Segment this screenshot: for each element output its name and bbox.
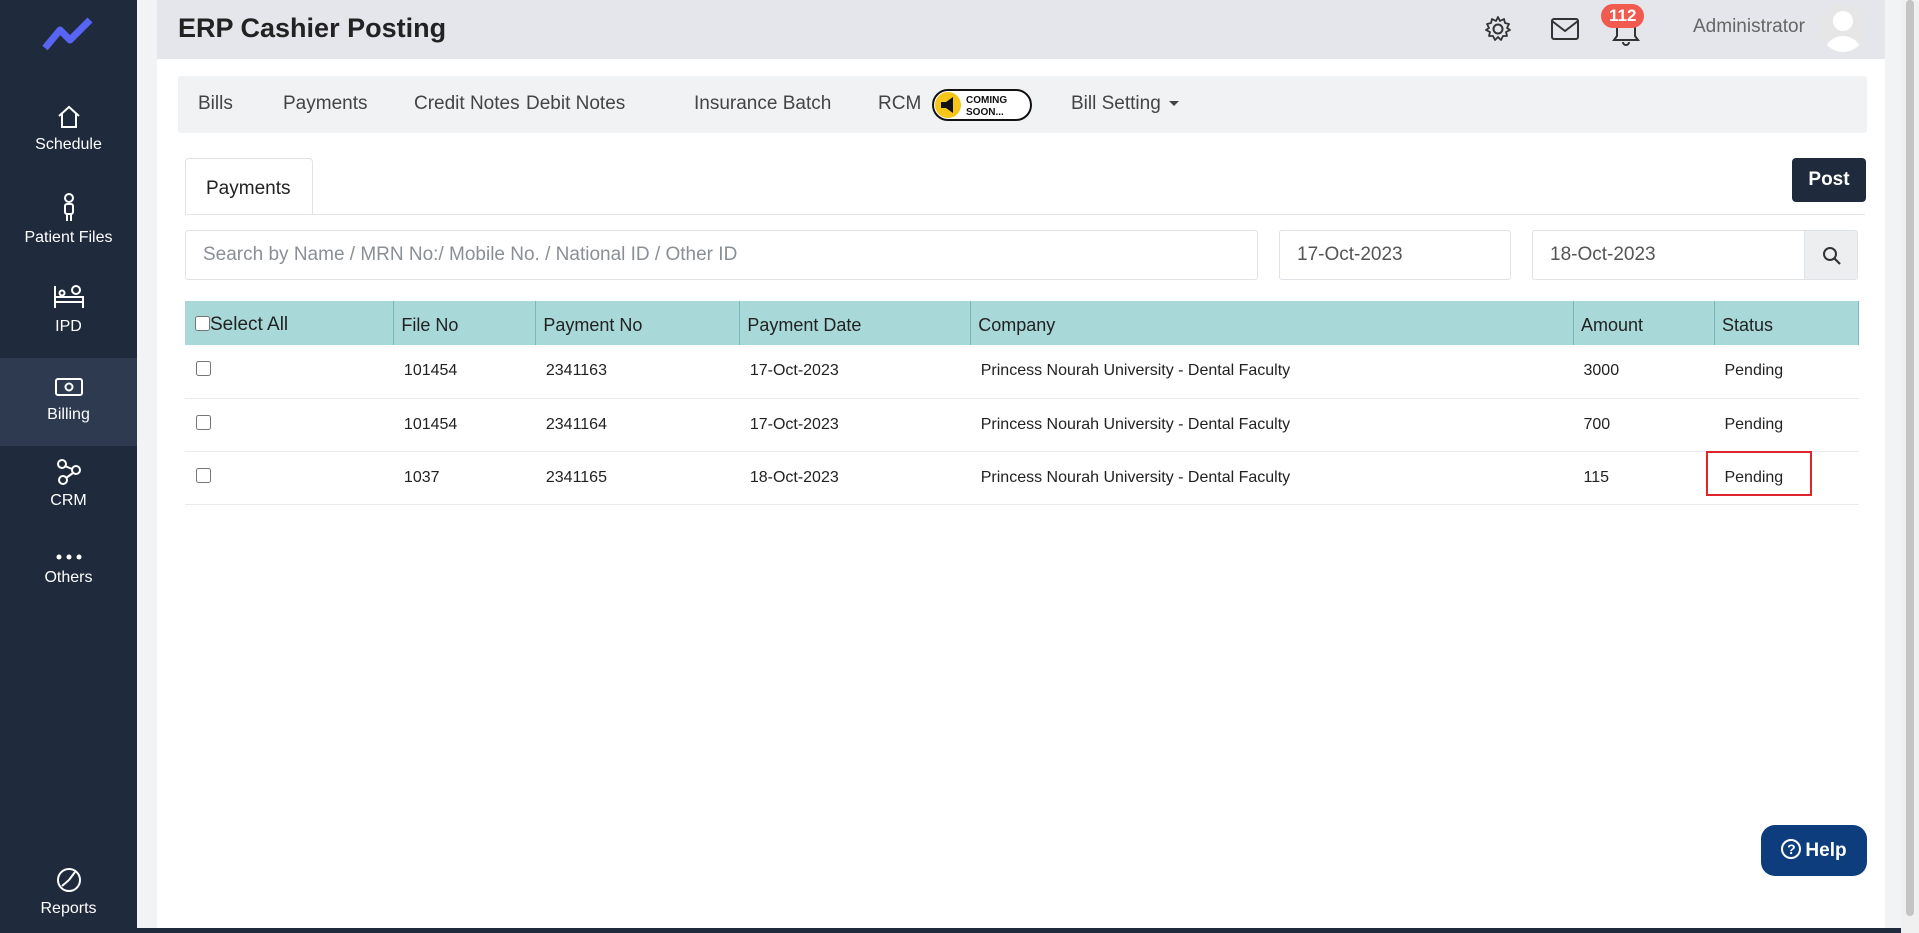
top-header: ERP Cashier Posting 112 Administrator [157, 0, 1885, 59]
avatar[interactable] [1821, 4, 1865, 52]
date-to-input[interactable] [1532, 230, 1805, 280]
coming-soon-line2: SOON... [966, 107, 1004, 118]
payment-no-cell: 2341163 [535, 345, 740, 399]
notification-badge[interactable]: 112 [1601, 4, 1645, 28]
file-no-cell: 1037 [393, 451, 536, 505]
coming-soon-badge: COMING SOON... [932, 89, 1032, 121]
row-select-cell [185, 451, 394, 505]
search-icon [1823, 247, 1841, 265]
table-row[interactable]: 101454 2341164 17-Oct-2023 Princess Nour… [185, 398, 1859, 452]
company-cell: Princess Nourah University - Dental Facu… [970, 345, 1574, 399]
question-circle-icon: ? [1781, 839, 1802, 859]
file-no-cell: 101454 [393, 345, 536, 399]
sidebar-item-label: IPD [55, 318, 82, 335]
tab-rcm[interactable]: RCM [878, 93, 921, 115]
company-cell: Princess Nourah University - Dental Facu… [970, 451, 1574, 505]
tab-bills[interactable]: Bills [198, 93, 233, 115]
more-dots-icon [56, 554, 81, 560]
column-header-select-all[interactable]: Select All [185, 301, 395, 345]
status-highlight-box [1706, 451, 1812, 496]
search-input[interactable] [185, 230, 1258, 280]
status-cell: Pending [1714, 398, 1859, 452]
column-header-status: Status [1714, 301, 1860, 345]
column-header-payment-date: Payment Date [739, 301, 972, 345]
chevron-down-icon [1168, 101, 1179, 107]
amount-cell: 115 [1573, 451, 1715, 505]
row-select-cell [185, 345, 394, 399]
page-title: ERP Cashier Posting [178, 13, 447, 43]
sidebar-item-label: Billing [47, 406, 90, 423]
bottom-edge [58, 928, 1901, 933]
tab-payments[interactable]: Payments [283, 93, 367, 115]
company-cell: Princess Nourah University - Dental Facu… [970, 398, 1574, 452]
divider [185, 214, 1865, 215]
sidebar-item-crm[interactable]: CRM [0, 458, 137, 514]
post-button[interactable]: Post [1792, 158, 1866, 202]
payment-no-cell: 2341165 [535, 451, 740, 505]
sidebar-item-billing[interactable]: Billing [0, 358, 137, 446]
amount-cell: 700 [1573, 398, 1715, 452]
tab-bill-setting[interactable]: Bill Setting [1071, 93, 1179, 115]
sidebar-item-label: Others [44, 569, 93, 586]
payment-date-cell: 18-Oct-2023 [739, 451, 971, 505]
payment-date-cell: 17-Oct-2023 [739, 345, 971, 399]
pie-chart-icon [56, 868, 81, 892]
scrollbar-thumb[interactable] [1906, 0, 1914, 916]
payment-no-cell: 2341164 [535, 398, 740, 452]
payments-table: Select All File No Payment No Payment Da… [185, 301, 1860, 505]
amount-cell: 3000 [1573, 345, 1715, 399]
mail-icon[interactable] [1550, 17, 1580, 41]
sidebar-item-ipd[interactable]: IPD [0, 282, 137, 338]
sidebar-item-label: CRM [50, 492, 87, 509]
money-icon [54, 378, 83, 396]
tab-debit-notes[interactable]: Debit Notes [526, 93, 625, 115]
row-checkbox[interactable] [196, 414, 211, 430]
select-all-label: Select All [210, 314, 289, 335]
sidebar-item-others[interactable]: Others [0, 551, 137, 603]
column-header-amount: Amount [1573, 301, 1715, 345]
module-tabs: Bills Payments Credit Notes Debit Notes … [178, 76, 1867, 133]
home-icon [57, 105, 80, 128]
search-button[interactable] [1804, 230, 1858, 280]
help-button[interactable]: ? Help [1761, 825, 1867, 876]
sidebar-item-label: Schedule [35, 136, 102, 153]
tab-payments-sub[interactable]: Payments [185, 158, 313, 215]
payment-date-cell: 17-Oct-2023 [739, 398, 971, 452]
app-logo-icon[interactable] [42, 14, 94, 54]
table-row[interactable]: 101454 2341163 17-Oct-2023 Princess Nour… [185, 345, 1859, 399]
patient-icon [63, 193, 74, 221]
table-row[interactable]: 1037 2341165 18-Oct-2023 Princess Nourah… [185, 451, 1859, 505]
column-header-file-no: File No [393, 301, 537, 345]
sidebar-item-label: Patient Files [24, 229, 113, 246]
gear-icon[interactable] [1484, 15, 1512, 43]
status-cell: Pending [1714, 345, 1859, 399]
user-avatar-icon [1821, 4, 1865, 52]
network-icon [56, 459, 81, 485]
user-name[interactable]: Administrator [1693, 16, 1805, 38]
tab-credit-notes[interactable]: Credit Notes [414, 93, 520, 115]
file-no-cell: 101454 [393, 398, 536, 452]
sidebar: Schedule Patient Files IPD Billing CRM O… [0, 0, 137, 933]
bed-icon [53, 285, 84, 308]
row-checkbox[interactable] [196, 361, 211, 377]
help-label: Help [1805, 840, 1847, 861]
select-all-checkbox[interactable] [195, 316, 210, 331]
column-header-company: Company [970, 301, 1574, 345]
sidebar-item-reports[interactable]: Reports [0, 866, 137, 926]
sidebar-item-schedule[interactable]: Schedule [0, 104, 137, 166]
sidebar-item-patient-files[interactable]: Patient Files [0, 193, 137, 255]
sidebar-item-label: Reports [40, 900, 97, 917]
row-select-cell [185, 398, 394, 452]
coming-soon-line1: COMING [966, 95, 1007, 106]
column-header-payment-no: Payment No [535, 301, 741, 345]
date-from-input[interactable] [1279, 230, 1511, 280]
row-checkbox[interactable] [196, 467, 211, 483]
tab-insurance-batch[interactable]: Insurance Batch [694, 93, 831, 115]
bill-setting-label: Bill Setting [1071, 93, 1161, 114]
table-header-row: Select All File No Payment No Payment Da… [185, 301, 1860, 345]
